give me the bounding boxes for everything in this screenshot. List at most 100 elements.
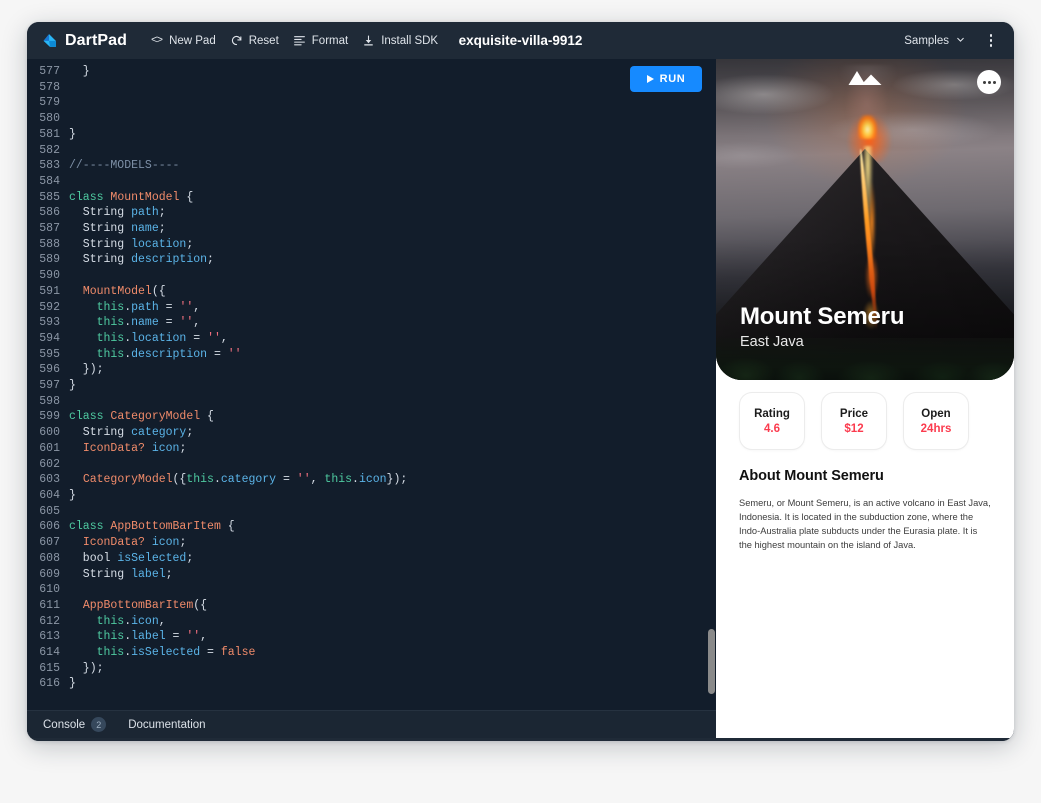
stat-card-rating[interactable]: Rating 4.6 (739, 392, 805, 450)
line-source: bool isSelected; (69, 551, 194, 565)
code-line[interactable]: 600 String category; (27, 425, 407, 441)
code-line[interactable]: 614 this.isSelected = false (27, 645, 407, 661)
line-number: 598 (39, 394, 60, 408)
code-line[interactable]: 608 bool isSelected; (27, 551, 407, 567)
run-button[interactable]: RUN (630, 66, 702, 92)
code-line[interactable]: 585 class MountModel { (27, 190, 407, 206)
chevron-down-icon (955, 34, 966, 48)
format-lines-icon (293, 34, 306, 47)
code-line[interactable]: 601 IconData? icon; (27, 441, 407, 457)
code-line[interactable]: 603 CategoryModel({this.category = '', t… (27, 472, 407, 488)
code-line[interactable]: 611 AppBottomBarItem({ (27, 598, 407, 614)
line-number: 587 (39, 222, 60, 236)
code-line[interactable]: 593 this.name = '', (27, 315, 407, 331)
code-editor[interactable]: 577 } 578 579 580 581} 582 583//----MODELS… (27, 59, 716, 710)
line-source: } (69, 65, 90, 78)
editor-scrollbar[interactable] (708, 629, 715, 694)
code-line[interactable]: 616} (27, 676, 407, 692)
line-number: 588 (39, 237, 60, 251)
line-number: 606 (39, 520, 60, 534)
console-badge: 2 (91, 717, 107, 732)
new-pad-button[interactable]: <> New Pad (143, 30, 223, 51)
code-line[interactable]: 594 this.location = '', (27, 331, 407, 347)
tab-documentation[interactable]: Documentation (120, 716, 213, 734)
code-line[interactable]: 609 String label; (27, 567, 407, 583)
stat-value: 24hrs (920, 422, 952, 435)
line-source: }); (69, 363, 104, 377)
code-line[interactable]: 592 this.path = '', (27, 300, 407, 316)
line-number: 611 (39, 598, 60, 612)
code-lines[interactable]: 577 } 578 579 580 581} 582 583//----MODELS… (27, 64, 407, 692)
code-line[interactable]: 583 //----MODELS---- (27, 158, 407, 174)
code-line[interactable]: 607 IconData? icon; (27, 535, 407, 551)
tab-console[interactable]: Console 2 (35, 714, 114, 735)
console-bar-preview-filler (716, 710, 1014, 738)
code-line[interactable]: 590 (27, 268, 407, 284)
code-line[interactable]: 595 this.description = '' (27, 347, 407, 363)
code-line[interactable]: 596 }); (27, 362, 407, 378)
kebab-menu-icon[interactable] (980, 29, 1002, 53)
code-line[interactable]: 605 (27, 504, 407, 520)
code-line[interactable]: 597} (27, 378, 407, 394)
line-number: 603 (39, 473, 60, 487)
stat-card-open[interactable]: Open 24hrs (903, 392, 969, 450)
line-source: } (69, 127, 76, 141)
line-number: 592 (39, 300, 60, 314)
code-line[interactable]: 610 (27, 582, 407, 598)
reset-button[interactable]: Reset (223, 30, 286, 51)
line-number: 600 (39, 426, 60, 440)
app-preview[interactable]: Mount Semeru East Java Rating 4.6 Price … (716, 59, 1014, 710)
stat-value: 4.6 (764, 422, 780, 435)
stat-label: Rating (754, 407, 790, 420)
code-line[interactable]: 612 this.icon, (27, 614, 407, 630)
stat-card-price[interactable]: Price $12 (821, 392, 887, 450)
more-dots-icon[interactable] (977, 70, 1001, 94)
code-line[interactable]: 615 }); (27, 661, 407, 677)
line-source: class CategoryModel { (69, 410, 214, 424)
samples-dropdown[interactable]: Samples (898, 30, 972, 52)
line-source: this.name = '', (69, 316, 201, 330)
line-source: String description; (69, 253, 214, 267)
code-line[interactable]: 606 class AppBottomBarItem { (27, 519, 407, 535)
mountain-icon (848, 71, 882, 94)
line-source: MountModel({ (82, 284, 166, 298)
code-line[interactable]: 589 String description; (27, 252, 407, 268)
code-line[interactable]: 588 String location; (27, 237, 407, 253)
line-source (69, 95, 76, 111)
code-line[interactable]: 578 (27, 80, 407, 96)
stat-value: $12 (844, 422, 864, 435)
line-number: 589 (39, 253, 60, 267)
tab-console-label: Console (43, 718, 86, 731)
line-number: 580 (39, 112, 60, 126)
about-section: About Mount Semeru Semeru, or Mount Seme… (716, 450, 1014, 553)
code-line[interactable]: 579 (27, 95, 407, 111)
code-line[interactable]: 613 this.label = '', (27, 629, 407, 645)
hero-title: Mount Semeru (740, 303, 905, 331)
refresh-icon (230, 34, 243, 47)
line-source: IconData? icon; (82, 536, 187, 550)
code-line[interactable]: 598 (27, 394, 407, 410)
code-line[interactable]: 581} (27, 127, 407, 143)
line-source: this.location = '', (69, 331, 228, 345)
play-icon (646, 75, 654, 83)
code-line[interactable]: 582 (27, 143, 407, 159)
code-line[interactable]: 577 } (27, 64, 407, 80)
line-number: 599 (39, 410, 60, 424)
code-line[interactable]: 586 String path; (27, 205, 407, 221)
download-icon (362, 34, 375, 47)
code-line[interactable]: 584 (27, 174, 407, 190)
code-line[interactable]: 599 class CategoryModel { (27, 409, 407, 425)
line-number: 610 (39, 583, 60, 597)
code-line[interactable]: 580 (27, 111, 407, 127)
install-sdk-button[interactable]: Install SDK (355, 30, 445, 51)
code-line[interactable]: 604} (27, 488, 407, 504)
line-number: 616 (39, 677, 60, 691)
line-source (69, 143, 76, 159)
about-body: Semeru, or Mount Semeru, is an active vo… (739, 498, 991, 551)
new-pad-label: New Pad (169, 34, 216, 47)
format-button[interactable]: Format (286, 30, 355, 51)
format-label: Format (311, 34, 349, 47)
code-line[interactable]: 587 String name; (27, 221, 407, 237)
code-line[interactable]: 602 (27, 457, 407, 473)
code-line[interactable]: 591 MountModel({ (27, 284, 407, 300)
